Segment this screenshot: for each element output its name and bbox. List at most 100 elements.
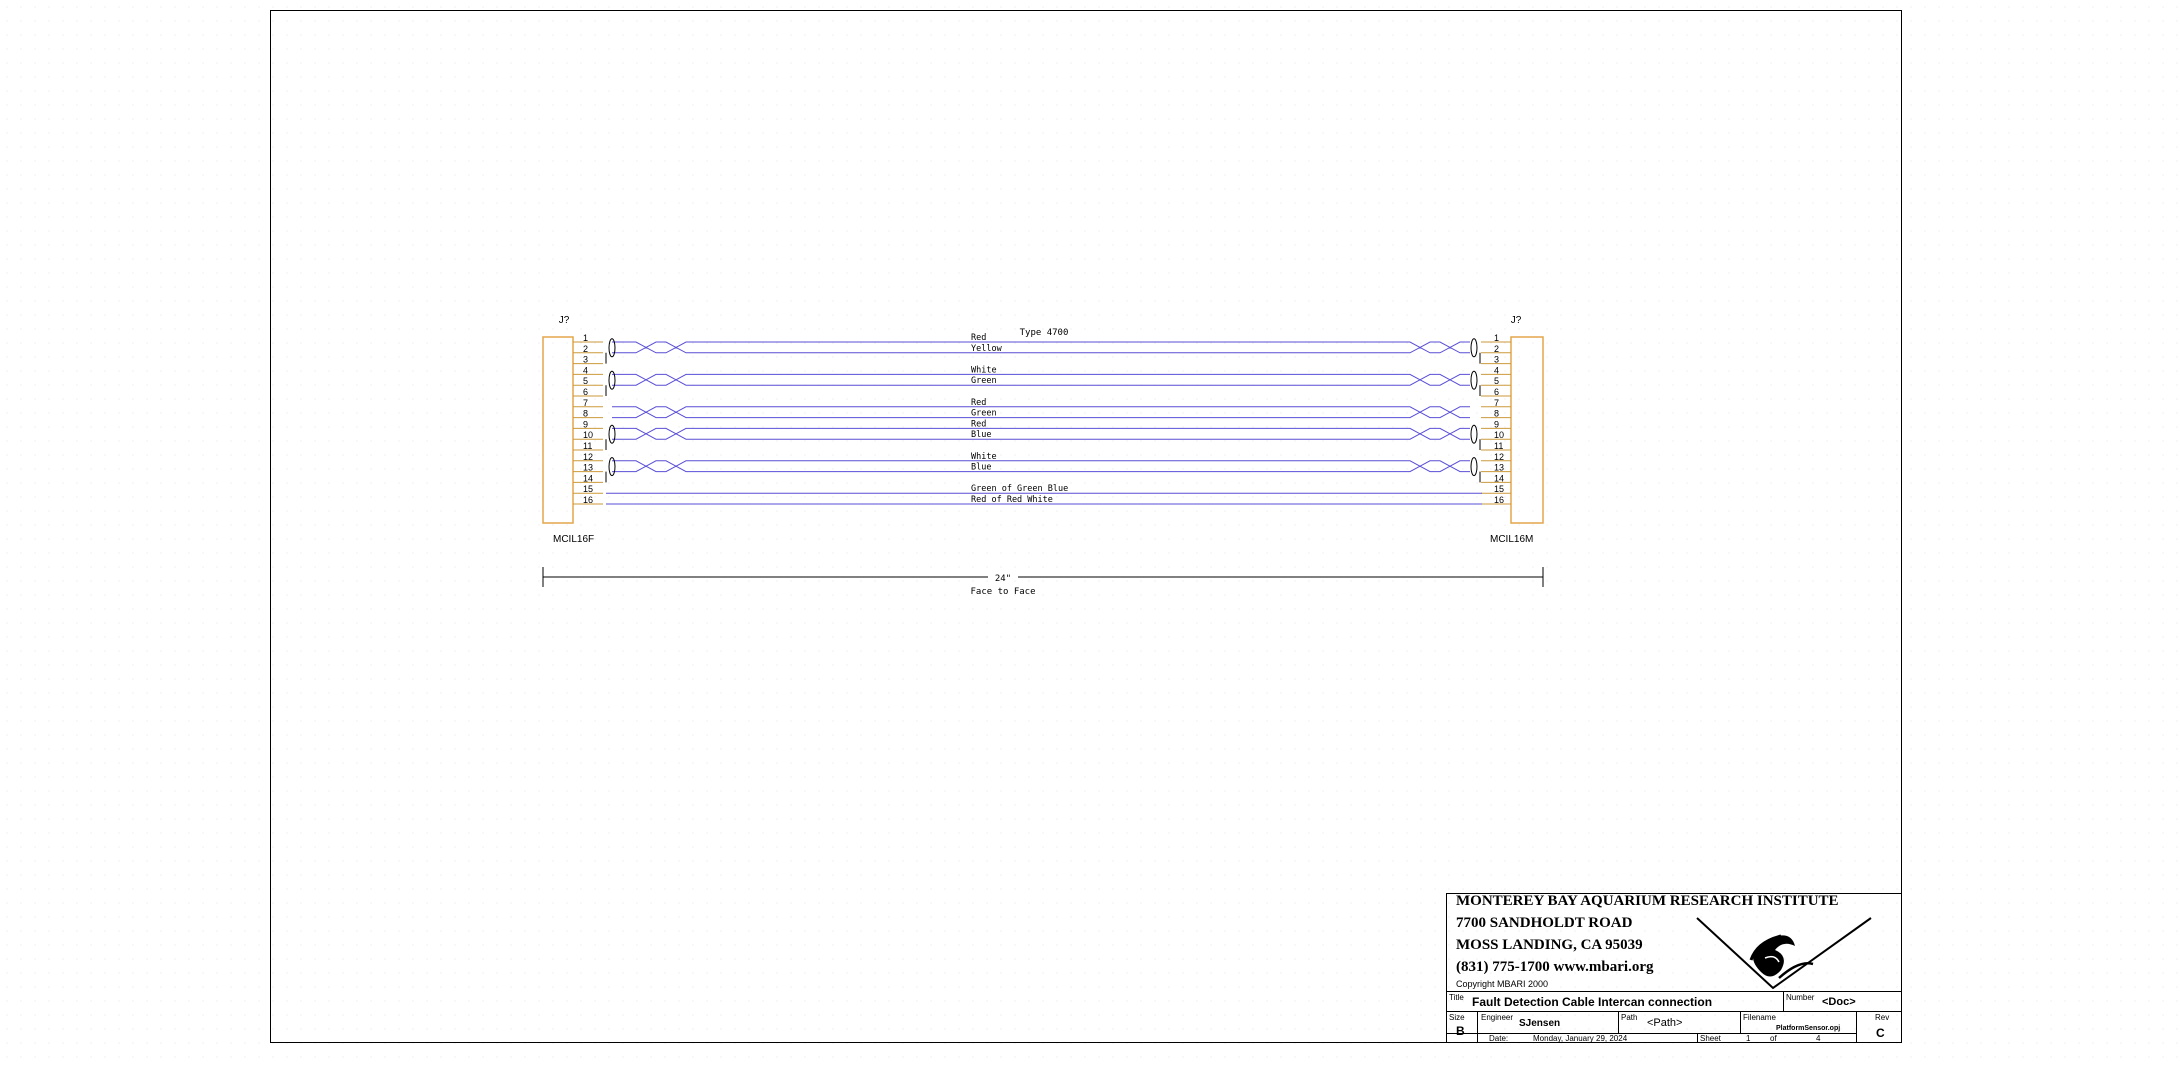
right-pin-number: 14 (1494, 473, 1504, 483)
date-value: Monday, January 29, 2024 (1533, 1034, 1628, 1043)
right-pin-number: 15 (1494, 484, 1504, 494)
title-block-divider (1477, 1011, 1478, 1043)
number-label: Number (1786, 993, 1815, 1002)
left-connector-part: MCIL16F (553, 534, 594, 545)
wire (612, 433, 1470, 440)
org-city: MOSS LANDING, CA 95039 (1456, 937, 1643, 953)
path-value[interactable]: <Path> (1647, 1017, 1682, 1029)
wire-label: Red (971, 419, 986, 429)
revision: C (1876, 1026, 1885, 1040)
shield-ring (1470, 457, 1478, 477)
wire-label: Green (971, 409, 997, 419)
engineer-label: Engineer (1481, 1013, 1514, 1022)
left-pin-number: 9 (583, 419, 588, 429)
sheet-number: 1 (1746, 1034, 1751, 1043)
shield-ring (1470, 370, 1478, 390)
right-pin-number: 5 (1494, 376, 1499, 386)
sheet-total: 4 (1816, 1034, 1821, 1043)
right-connector-body[interactable] (1510, 336, 1544, 524)
sheet-size: B (1456, 1024, 1465, 1038)
right-pin-number: 8 (1494, 409, 1499, 419)
right-connector-part: MCIL16M (1490, 534, 1533, 545)
copyright: Copyright MBARI 2000 (1456, 979, 1549, 989)
right-pin-number: 11 (1494, 441, 1503, 451)
wire (612, 341, 1470, 348)
title-block-divider (1783, 991, 1784, 1011)
right-pin-number: 16 (1494, 495, 1504, 505)
left-pin-number: 11 (583, 441, 592, 451)
wire-label: Red of Red White (971, 495, 1053, 505)
org-phone-web: (831) 775-1700 www.mbari.org (1456, 959, 1654, 975)
left-pin-number: 1 (583, 333, 588, 343)
wire (612, 346, 1470, 354)
org-name: MONTEREY BAY AQUARIUM RESEARCH INSTITUTE (1456, 893, 1839, 909)
right-pin-number: 13 (1494, 463, 1504, 473)
wire-label: Red (971, 398, 986, 408)
filename-value[interactable]: PlatformSensor.opj (1776, 1025, 1840, 1032)
drawing-title[interactable]: Fault Detection Cable Intercan connectio… (1472, 995, 1712, 1009)
left-pin-number: 8 (583, 409, 588, 419)
left-pin-number: 16 (583, 495, 593, 505)
left-pin-number: 14 (583, 473, 593, 483)
right-pin-number: 1 (1494, 333, 1499, 343)
title-block-divider (1446, 991, 1902, 992)
date-label: Date: (1489, 1034, 1509, 1043)
of-label: of (1770, 1034, 1777, 1043)
wire-label: Red (971, 333, 986, 343)
dimension-length: 24" (995, 574, 1011, 584)
shield-ring (1470, 424, 1478, 444)
left-pin-number: 15 (583, 484, 593, 494)
title-block-divider (1618, 1011, 1619, 1033)
left-pin-number: 13 (583, 463, 593, 473)
left-pin-number: 7 (583, 398, 588, 408)
right-connector-ref: J? (1511, 315, 1522, 326)
mbari-logo-icon (1696, 917, 1872, 990)
wire-label: White (971, 365, 997, 375)
dimension-note: Face to Face (970, 587, 1035, 597)
right-pin-number: 9 (1494, 419, 1499, 429)
wire (612, 373, 1470, 381)
wire (612, 406, 1470, 413)
left-pin-number: 2 (583, 344, 588, 354)
left-pin-number: 5 (583, 376, 588, 386)
wire-label: Green (971, 376, 997, 386)
wire (612, 379, 1470, 386)
title-block-divider (1740, 1011, 1741, 1033)
wire-label: Yellow (971, 344, 1003, 354)
left-connector-body[interactable] (542, 336, 574, 524)
shield-ring (1470, 338, 1478, 358)
right-pin-number: 12 (1494, 452, 1504, 462)
title-block-divider (1697, 1033, 1698, 1043)
right-pin-number: 4 (1494, 365, 1499, 375)
right-pin-number: 6 (1494, 387, 1499, 397)
left-pin-number: 6 (583, 387, 588, 397)
wire-label: White (971, 452, 997, 462)
right-pin-number: 2 (1494, 344, 1499, 354)
filename-label: Filename (1743, 1013, 1776, 1022)
rev-label: Rev (1875, 1013, 1890, 1022)
right-pin-number: 10 (1494, 430, 1504, 440)
right-pin-number: 7 (1494, 398, 1499, 408)
org-address: 7700 SANDHOLDT ROAD (1456, 915, 1633, 931)
size-label: Size (1449, 1013, 1465, 1022)
wire-label: Blue (971, 430, 991, 440)
wire (612, 460, 1470, 467)
title-block-divider (1856, 1011, 1857, 1043)
left-pin-number: 12 (583, 452, 593, 462)
left-pin-number: 3 (583, 355, 588, 365)
wire-label: Blue (971, 463, 991, 473)
wire (612, 427, 1470, 435)
wire-label: Green of Green Blue (971, 484, 1068, 494)
doc-number[interactable]: <Doc> (1822, 996, 1856, 1008)
engineer-name[interactable]: SJensen (1519, 1018, 1560, 1029)
left-pin-number: 10 (583, 430, 593, 440)
cable-type-label: Type 4700 (1020, 328, 1069, 338)
left-pin-number: 4 (583, 365, 588, 375)
wire (612, 411, 1470, 419)
wire (612, 465, 1470, 473)
sheet-label: Sheet (1700, 1034, 1721, 1043)
left-connector-ref: J? (559, 315, 570, 326)
right-pin-number: 3 (1494, 355, 1499, 365)
title-label: Title (1449, 993, 1464, 1002)
title-block-divider (1446, 1011, 1902, 1012)
